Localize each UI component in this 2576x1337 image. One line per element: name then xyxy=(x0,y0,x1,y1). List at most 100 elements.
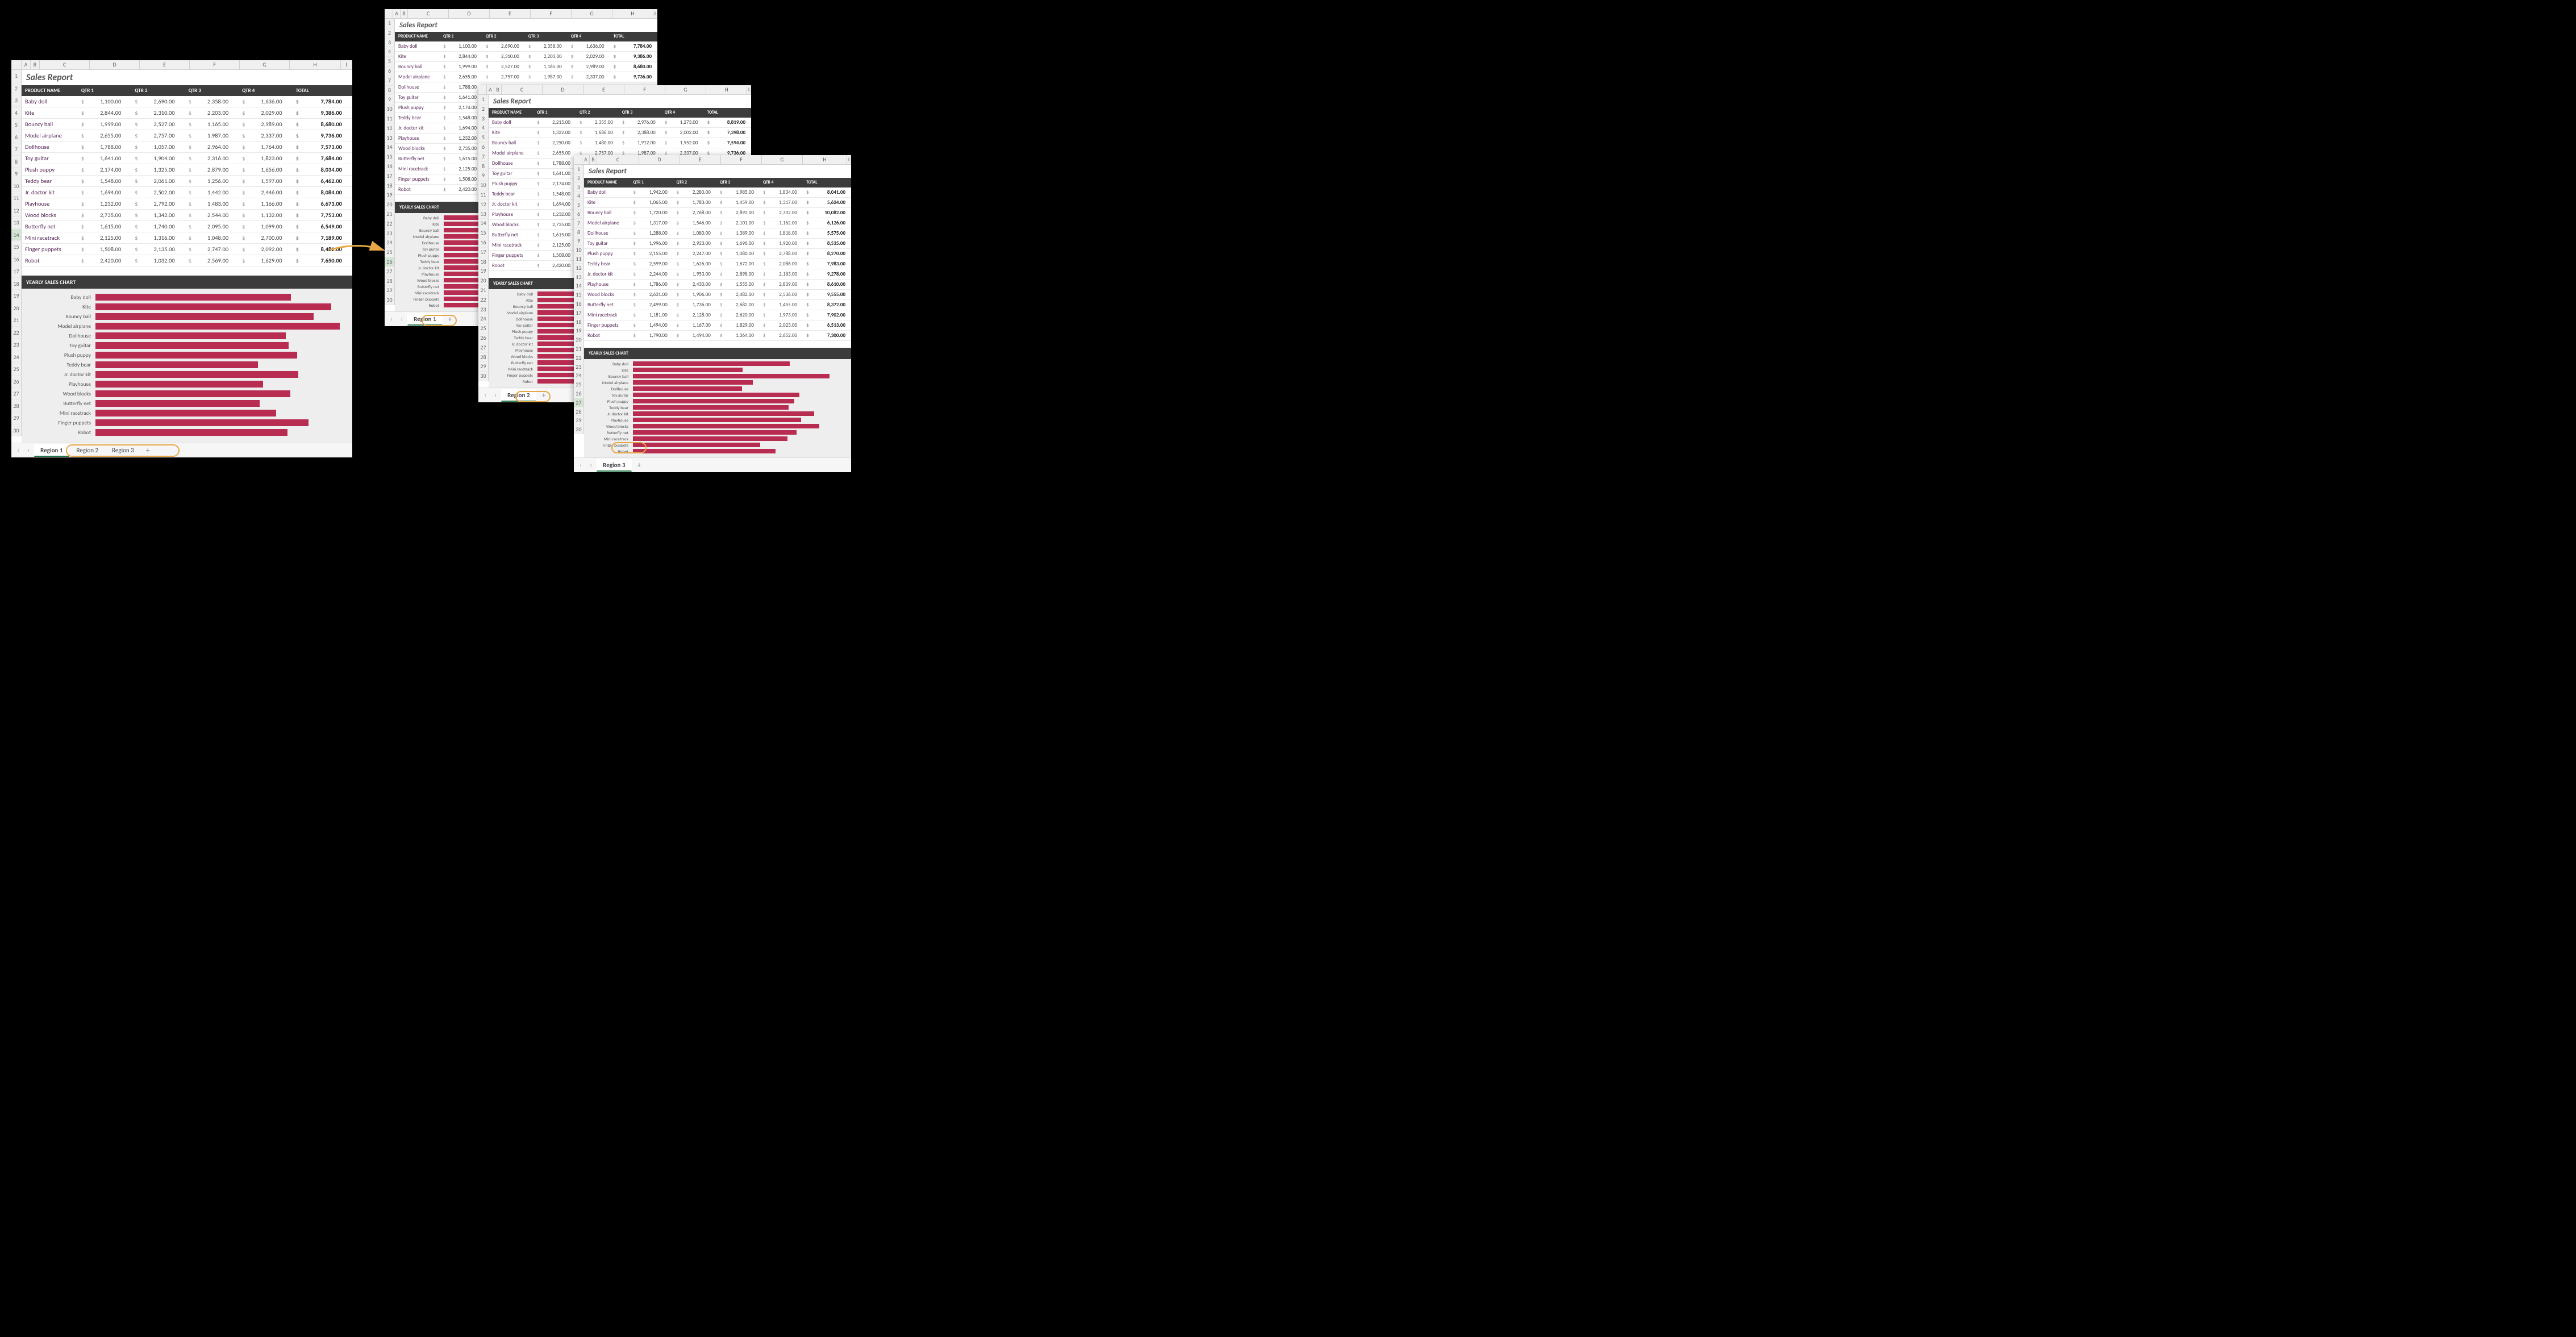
row-header[interactable]: 6 xyxy=(385,66,395,76)
table-row[interactable]: Robot$2,420.00$1,032.00$2,569.00$1,629.0… xyxy=(22,255,352,266)
row-header[interactable]: 1 xyxy=(11,70,22,82)
row-header[interactable]: 25 xyxy=(574,380,584,389)
row-header[interactable]: 9 xyxy=(11,168,22,180)
col-header[interactable]: TOTAL xyxy=(293,85,352,96)
col-header[interactable]: QTR 1 xyxy=(78,85,131,96)
row-header[interactable]: 29 xyxy=(385,286,395,295)
row-header[interactable]: 22 xyxy=(11,327,22,339)
table-row[interactable]: Butterfly net$1,615.00$1,740.00$2,095.00… xyxy=(22,221,352,232)
row-header[interactable]: 18 xyxy=(385,181,395,191)
add-sheet-icon[interactable]: + xyxy=(444,314,457,324)
col-header[interactable]: TOTAL xyxy=(803,178,851,188)
row-header[interactable]: 2 xyxy=(478,105,489,114)
row-header[interactable]: 8 xyxy=(11,156,22,168)
tab-region-2[interactable]: Region 2 xyxy=(501,389,536,402)
row-header[interactable]: 21 xyxy=(574,344,584,353)
row-header[interactable]: 17 xyxy=(11,265,22,278)
row-header[interactable]: 22 xyxy=(478,295,489,305)
row-header[interactable]: 14 xyxy=(11,229,22,241)
row-header[interactable]: 19 xyxy=(478,266,489,276)
col-A[interactable]: A xyxy=(22,60,31,70)
row-header[interactable]: 8 xyxy=(385,86,395,95)
tab-next-icon[interactable]: › xyxy=(491,391,500,399)
row-header[interactable]: 11 xyxy=(11,192,22,205)
row-header[interactable]: 2 xyxy=(574,174,584,183)
row-header[interactable]: 2 xyxy=(385,28,395,38)
row-header[interactable]: 10 xyxy=(478,181,489,190)
row-header[interactable]: 17 xyxy=(574,309,584,318)
row-header[interactable]: 27 xyxy=(478,343,489,353)
row-header[interactable]: 30 xyxy=(574,425,584,434)
table-row[interactable]: Jr. doctor kit$1,694.00$2,502.00$1,442.0… xyxy=(22,187,352,198)
row-header[interactable]: 30 xyxy=(478,372,489,381)
row-header[interactable]: 4 xyxy=(11,107,22,119)
col-header[interactable]: QTR 1 xyxy=(533,108,576,118)
table-row[interactable]: Model airplane$2,655.00$2,757.00$1,987.0… xyxy=(395,72,657,82)
tab-prev-icon[interactable]: ‹ xyxy=(481,391,490,399)
row-header[interactable]: 10 xyxy=(11,180,22,193)
row-header[interactable]: 23 xyxy=(478,305,489,315)
col-B[interactable]: B xyxy=(31,60,40,70)
row-header[interactable]: 30 xyxy=(11,424,22,437)
row-header[interactable]: 16 xyxy=(478,238,489,248)
tab-region-3[interactable]: Region 3 xyxy=(106,444,140,456)
row-header[interactable]: 7 xyxy=(478,152,489,162)
row-header[interactable]: 26 xyxy=(385,257,395,267)
row-header[interactable]: 19 xyxy=(574,326,584,335)
row-header[interactable]: 3 xyxy=(574,183,584,192)
col-header[interactable]: QTR 4 xyxy=(568,32,610,41)
row-header[interactable]: 12 xyxy=(478,200,489,210)
row-header[interactable]: 30 xyxy=(385,295,395,305)
row-header[interactable]: 29 xyxy=(11,412,22,424)
row-header[interactable]: 14 xyxy=(478,219,489,228)
tab-prev-icon[interactable]: ‹ xyxy=(14,447,23,455)
row-header[interactable]: 9 xyxy=(478,171,489,181)
row-header[interactable]: 14 xyxy=(385,143,395,152)
col-header[interactable]: PRODUCT NAME xyxy=(584,178,630,188)
col-header[interactable]: PRODUCT NAME xyxy=(395,32,440,41)
row-header[interactable]: 16 xyxy=(574,299,584,309)
col-header[interactable]: QTR 2 xyxy=(131,85,185,96)
col-H[interactable]: H xyxy=(290,60,341,70)
tab-region-2[interactable]: Region 2 xyxy=(70,444,105,456)
row-header[interactable]: 20 xyxy=(478,276,489,286)
col-D[interactable]: D xyxy=(90,60,140,70)
col-header[interactable]: TOTAL xyxy=(610,32,657,41)
row-header[interactable]: 28 xyxy=(478,353,489,363)
row-header[interactable]: 10 xyxy=(385,105,395,114)
row-header[interactable]: 5 xyxy=(11,119,22,131)
tab-prev-icon[interactable]: ‹ xyxy=(576,461,585,469)
row-header[interactable]: 20 xyxy=(11,302,22,315)
table-row[interactable]: Plush puppy$2,155.00$2,247.00$1,080.00$2… xyxy=(584,249,851,259)
row-header[interactable]: 22 xyxy=(574,353,584,363)
tab-next-icon[interactable]: › xyxy=(397,315,406,323)
table-row[interactable]: Teddy bear$1,548.00$2,061.00$1,256.00$1,… xyxy=(22,176,352,187)
row-header[interactable]: 12 xyxy=(11,205,22,217)
table-row[interactable]: Finger puppets$1,508.00$2,135.00$2,747.0… xyxy=(22,244,352,255)
col-header[interactable]: QTR 2 xyxy=(673,178,716,188)
row-header[interactable]: 25 xyxy=(385,248,395,257)
row-header[interactable]: 28 xyxy=(11,400,22,413)
table-row[interactable]: Baby doll$1,100.00$2,690.00$2,358.00$1,6… xyxy=(395,41,657,52)
row-header[interactable]: 18 xyxy=(574,318,584,327)
add-sheet-icon[interactable]: + xyxy=(141,445,155,455)
row-header[interactable]: 25 xyxy=(11,363,22,376)
row-header[interactable]: 24 xyxy=(574,371,584,380)
row-header[interactable]: 24 xyxy=(11,351,22,364)
table-row[interactable]: Toy guitar$1,641.00$1,904.00$2,316.00$1,… xyxy=(22,153,352,164)
row-header[interactable]: 18 xyxy=(11,278,22,290)
col-C[interactable]: C xyxy=(40,60,90,70)
row-header[interactable]: 11 xyxy=(385,114,395,124)
tab-prev-icon[interactable]: ‹ xyxy=(387,315,396,323)
row-header[interactable]: 23 xyxy=(385,229,395,239)
col-header[interactable]: QTR 2 xyxy=(576,108,619,118)
row-header[interactable]: 24 xyxy=(385,238,395,248)
col-header[interactable]: QTR 3 xyxy=(185,85,239,96)
tab-next-icon[interactable]: › xyxy=(24,447,33,455)
row-header[interactable]: 14 xyxy=(574,281,584,290)
row-header[interactable]: 20 xyxy=(385,200,395,210)
table-row[interactable]: Baby doll$1,100.00$2,690.00$2,358.00$1,6… xyxy=(22,96,352,107)
row-header[interactable]: 12 xyxy=(574,264,584,273)
row-header[interactable]: 12 xyxy=(385,124,395,134)
row-header[interactable]: 7 xyxy=(385,76,395,86)
